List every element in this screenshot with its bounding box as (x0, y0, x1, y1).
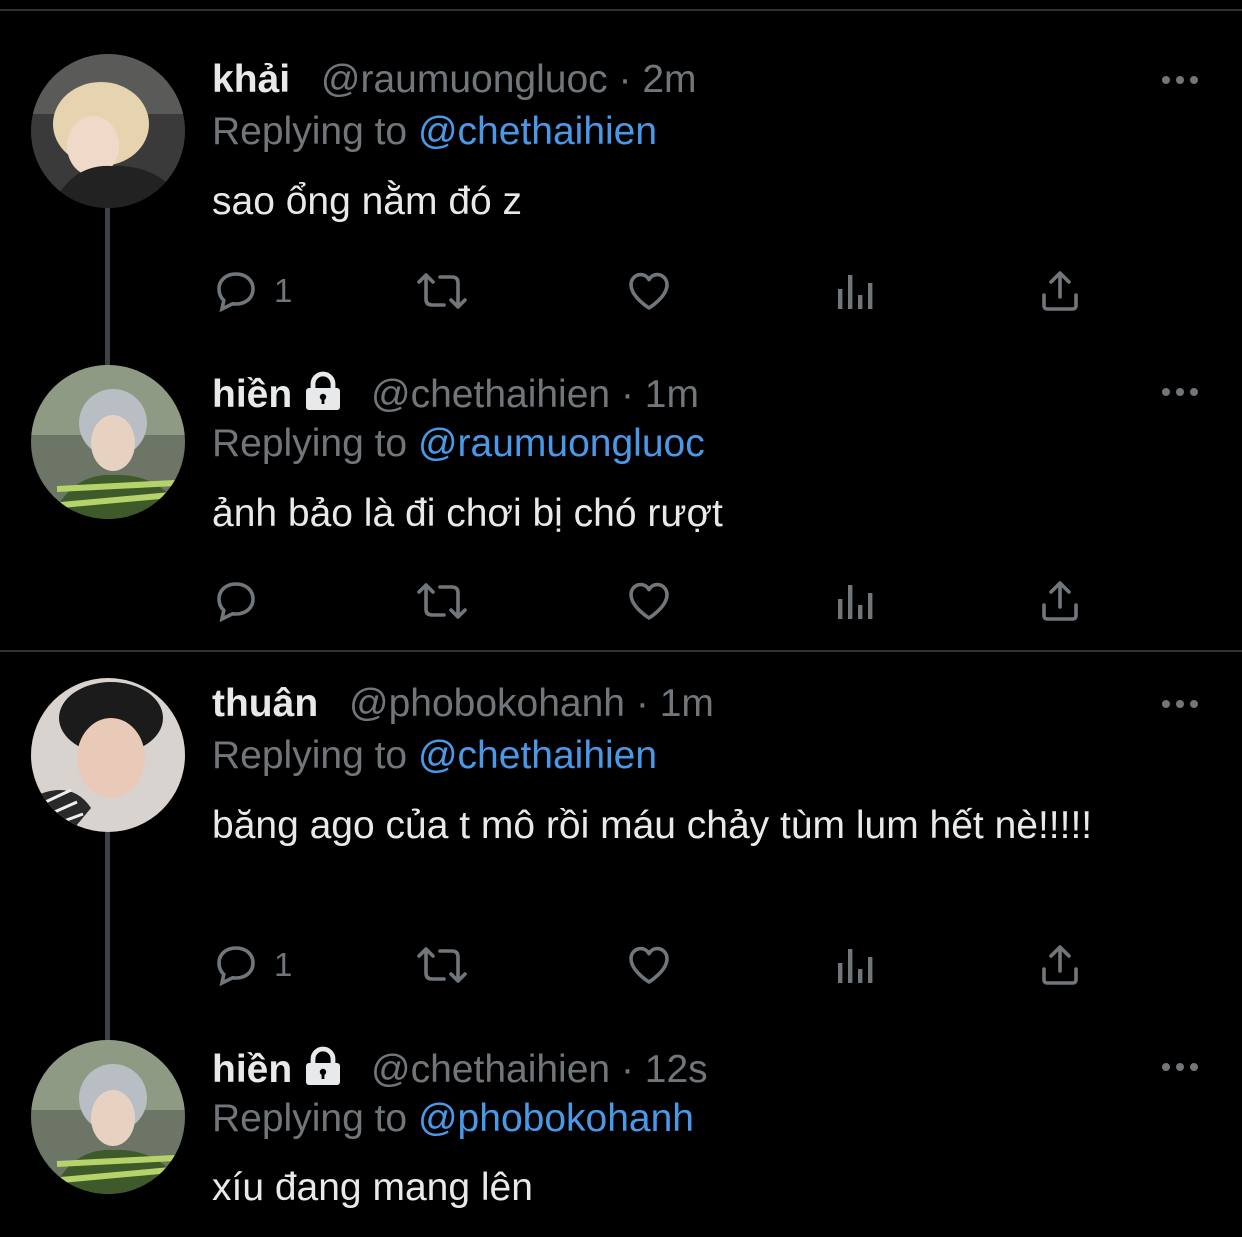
avatar[interactable] (31, 54, 185, 208)
retweet-icon (414, 941, 470, 989)
mention-link[interactable]: @chethaihien (418, 110, 657, 153)
like-button[interactable] (624, 940, 674, 990)
analytics-icon (832, 941, 880, 989)
timestamp[interactable]: 2m (642, 58, 696, 101)
mention-link[interactable]: @phobokohanh (418, 1097, 694, 1140)
more-icon[interactable] (1160, 382, 1200, 402)
share-icon (1036, 267, 1084, 315)
user-handle[interactable]: @chethaihien (371, 1048, 610, 1091)
more-icon[interactable] (1160, 1057, 1200, 1077)
more-icon[interactable] (1160, 694, 1200, 714)
action-bar (212, 576, 1092, 626)
like-button[interactable] (624, 576, 674, 626)
tweet-text: ảnh bảo là đi chơi bị chó rượt (212, 492, 723, 535)
reply-button[interactable]: 1 (212, 266, 292, 316)
analytics-button[interactable] (832, 576, 880, 626)
analytics-icon (832, 577, 880, 625)
replying-to: Replying to @chethaihien (212, 730, 657, 782)
tweet[interactable]: khải @raumuongluoc · 2m Replying to @che… (0, 0, 1242, 340)
user-handle[interactable]: @chethaihien (371, 373, 610, 416)
replying-to-label: Replying to (212, 110, 408, 153)
display-name[interactable]: hiền (212, 373, 292, 416)
replying-to-label: Replying to (212, 1097, 408, 1140)
replying-to-label: Replying to (212, 422, 408, 465)
display-name[interactable]: thuân (212, 682, 318, 725)
avatar[interactable] (31, 365, 185, 519)
reply-icon (212, 267, 260, 315)
action-bar: 1 (212, 940, 1092, 990)
separator-dot: · (635, 682, 649, 725)
tweet-text: băng ago của t mô rồi máu chảy tùm lum h… (212, 804, 1093, 847)
user-handle[interactable]: @phobokohanh (349, 682, 625, 725)
replying-to: Replying to @phobokohanh (212, 1093, 694, 1145)
action-bar: 1 (212, 266, 1092, 316)
separator-dot: · (620, 373, 634, 416)
replying-to: Replying to @raumuongluoc (212, 418, 705, 470)
reply-button[interactable]: 1 (212, 940, 292, 990)
share-button[interactable] (1036, 940, 1084, 990)
user-handle[interactable]: @raumuongluoc (321, 58, 608, 101)
timestamp[interactable]: 1m (660, 682, 714, 725)
share-button[interactable] (1036, 576, 1084, 626)
retweet-icon (414, 577, 470, 625)
analytics-icon (832, 267, 880, 315)
display-name[interactable]: khải (212, 58, 290, 101)
retweet-icon (414, 267, 470, 315)
more-icon[interactable] (1160, 70, 1200, 90)
tweet-header: hiền @chethaihien · 1m (212, 369, 699, 421)
heart-icon (624, 577, 674, 625)
share-icon (1036, 941, 1084, 989)
heart-icon (624, 941, 674, 989)
analytics-button[interactable] (832, 266, 880, 316)
timestamp[interactable]: 1m (645, 373, 699, 416)
mention-link[interactable]: @chethaihien (418, 734, 657, 777)
separator-dot: · (618, 58, 632, 101)
retweet-button[interactable] (414, 940, 470, 990)
tweet-text: sao ổng nằm đó z (212, 180, 523, 223)
thread-line (105, 832, 110, 1042)
replying-to-label: Replying to (212, 734, 408, 777)
timestamp[interactable]: 12s (645, 1048, 708, 1091)
retweet-button[interactable] (414, 266, 470, 316)
avatar[interactable] (31, 1040, 185, 1194)
avatar[interactable] (31, 678, 185, 832)
display-name[interactable]: hiền (212, 1048, 292, 1091)
conversation-divider (0, 650, 1242, 652)
lock-icon (302, 1046, 344, 1100)
reply-button[interactable] (212, 576, 274, 626)
heart-icon (624, 267, 674, 315)
lock-icon (302, 371, 344, 425)
analytics-button[interactable] (832, 940, 880, 990)
retweet-button[interactable] (414, 576, 470, 626)
share-button[interactable] (1036, 266, 1084, 316)
reply-icon (212, 577, 260, 625)
mention-link[interactable]: @raumuongluoc (418, 422, 705, 465)
tweet-header: thuân @phobokohanh · 1m (212, 678, 714, 730)
share-icon (1036, 577, 1084, 625)
separator-dot: · (620, 1048, 634, 1091)
reply-count: 1 (274, 946, 293, 983)
reply-count: 1 (274, 272, 293, 309)
reply-icon (212, 941, 260, 989)
tweet-header: hiền @chethaihien · 12s (212, 1044, 708, 1096)
tweet-text: xíu đang mang lên (212, 1166, 533, 1209)
tweet-header: khải @raumuongluoc · 2m (212, 54, 697, 106)
like-button[interactable] (624, 266, 674, 316)
replying-to: Replying to @chethaihien (212, 106, 657, 158)
